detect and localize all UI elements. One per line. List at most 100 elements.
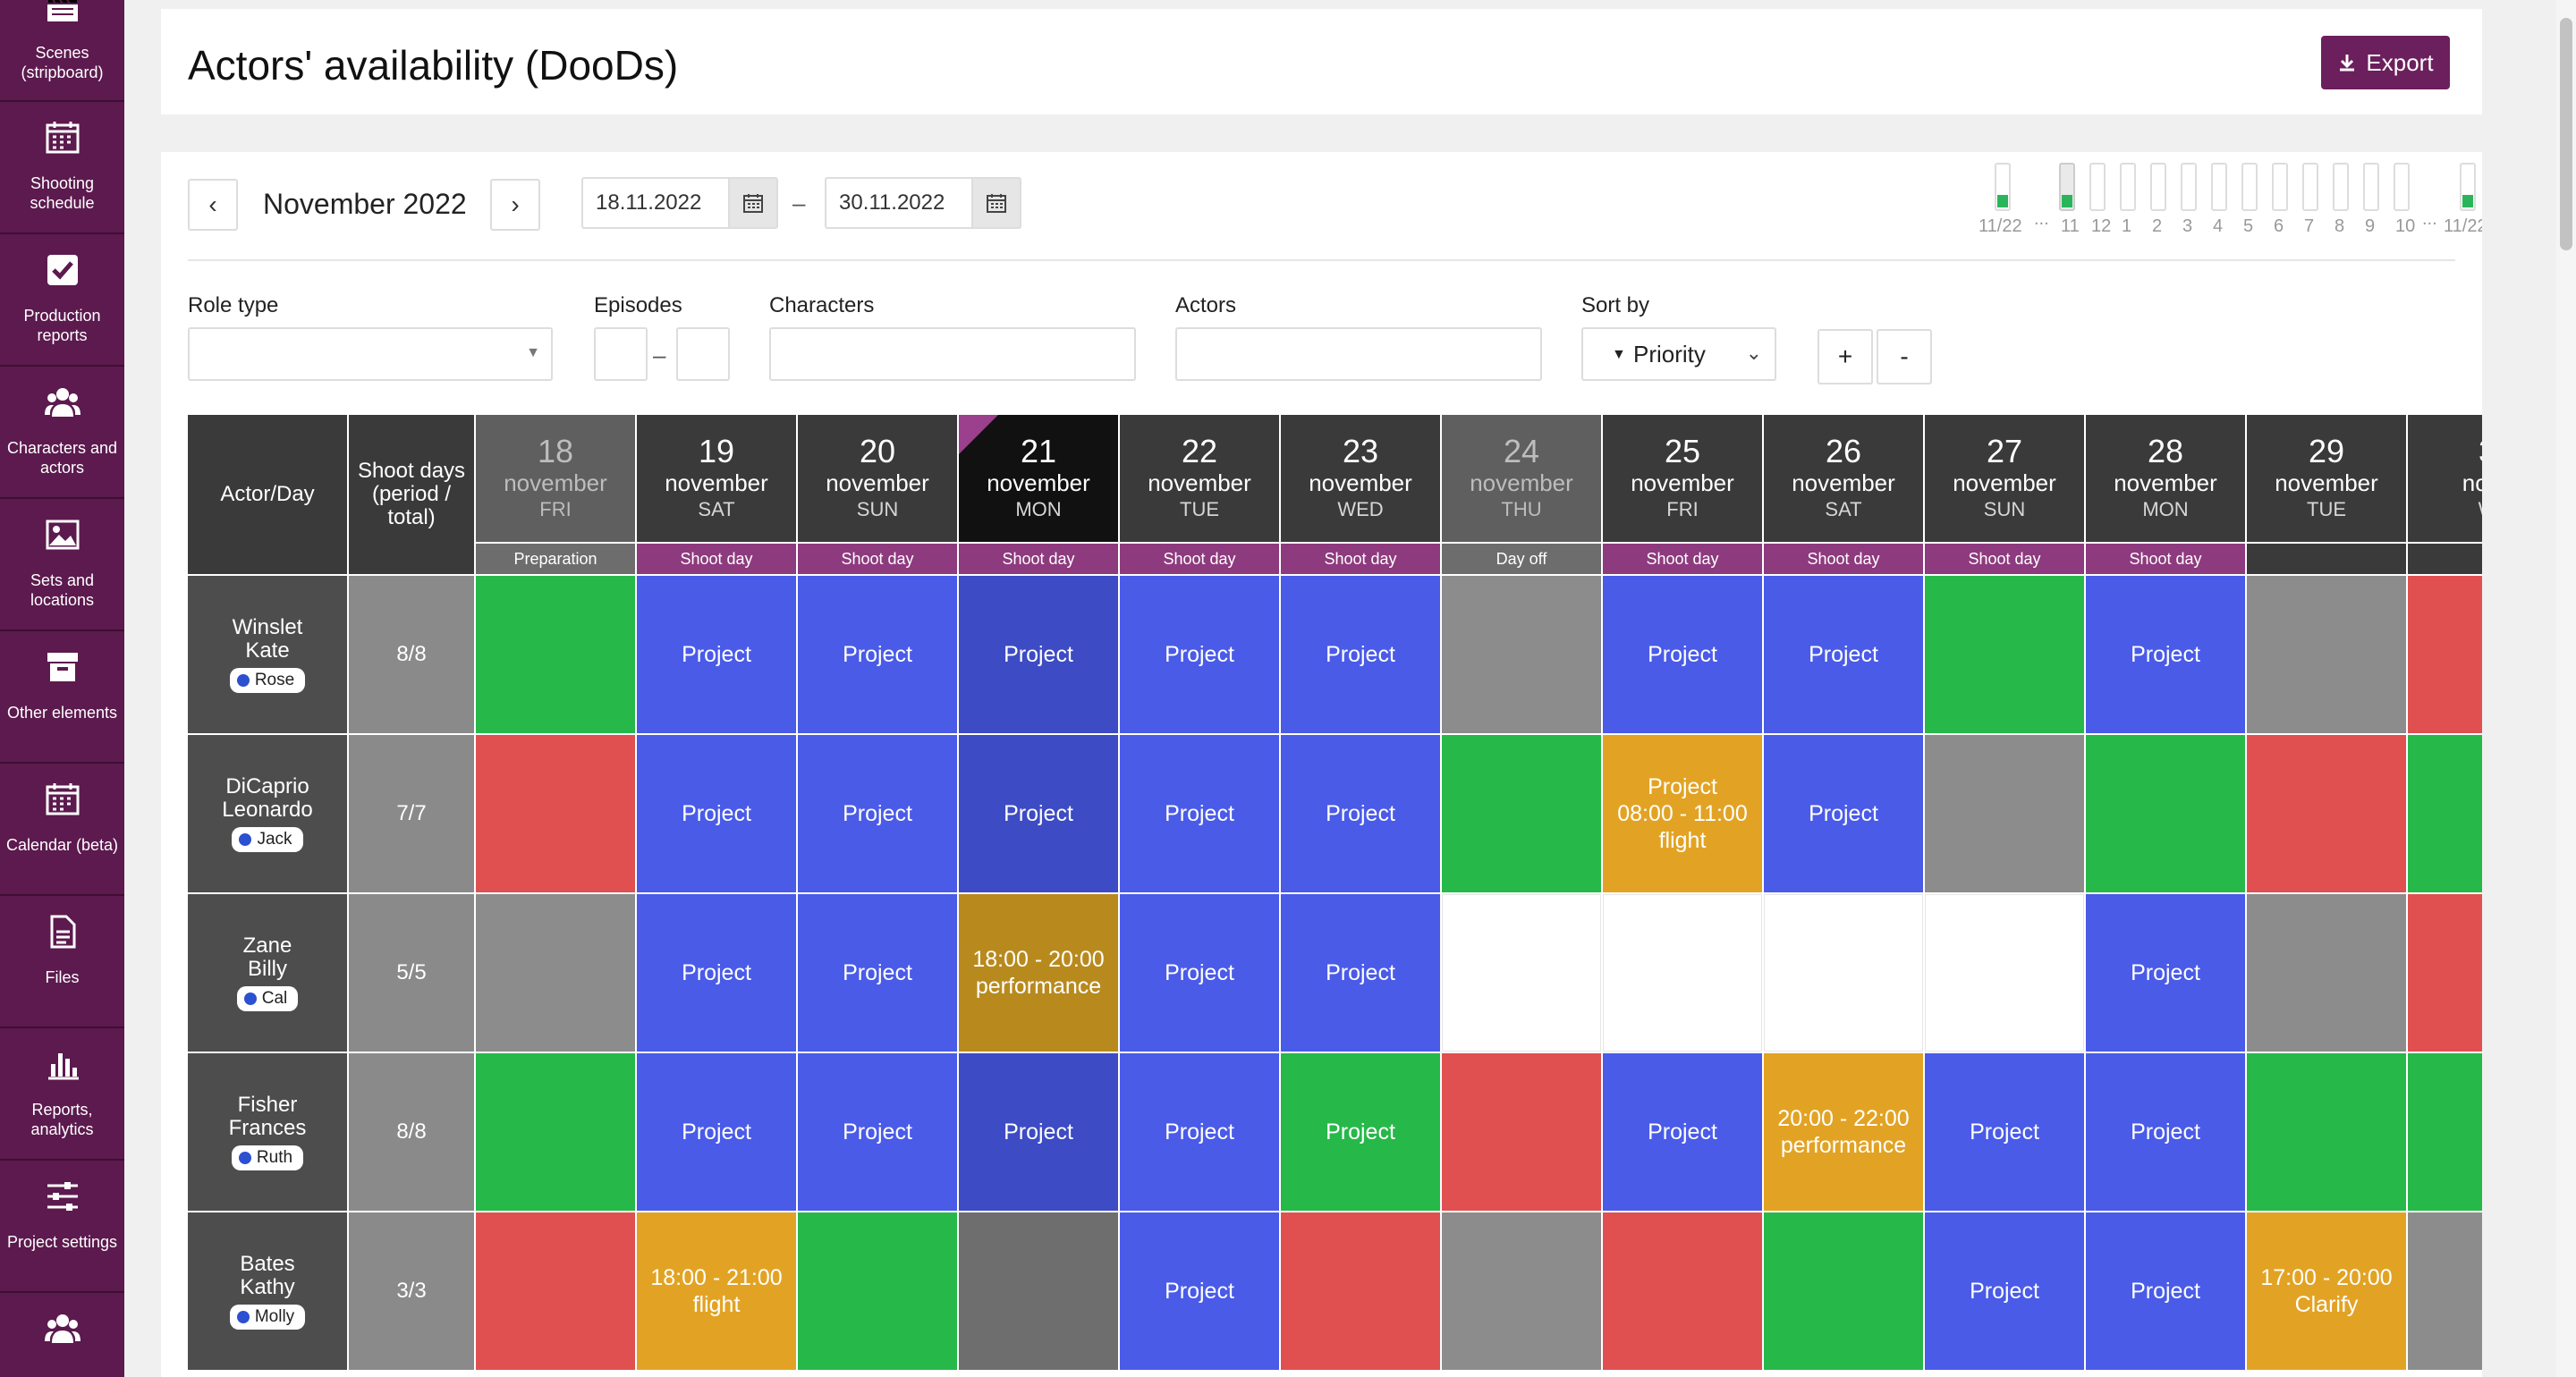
mini-calendar-bar[interactable] (1995, 163, 2011, 211)
availability-cell[interactable]: Project (1120, 894, 1279, 1052)
availability-cell[interactable] (2408, 735, 2482, 892)
availability-cell[interactable] (476, 1053, 635, 1211)
availability-cell[interactable]: Project (2086, 894, 2245, 1052)
day-header[interactable]: 20 november SUN (798, 415, 957, 542)
availability-cell[interactable] (2408, 894, 2482, 1052)
mini-calendar-bar[interactable] (2272, 163, 2288, 211)
availability-cell[interactable]: Project (1281, 576, 1440, 733)
sidebar-item-production-reports[interactable]: Production reports (0, 234, 124, 367)
availability-cell[interactable]: Project (1925, 1053, 2084, 1211)
sidebar-item-sets-and-locations[interactable]: Sets and locations (0, 499, 124, 631)
availability-cell[interactable] (476, 894, 635, 1052)
availability-cell[interactable] (2408, 1212, 2482, 1370)
availability-cell[interactable]: Project (2086, 576, 2245, 733)
availability-cell[interactable]: Project 08:00 - 11:00 flight (1603, 735, 1762, 892)
availability-cell[interactable] (1925, 894, 2084, 1052)
actor-cell[interactable]: Zane Billy Cal (188, 894, 347, 1052)
availability-cell[interactable]: Project (1281, 1053, 1440, 1211)
availability-cell[interactable] (798, 1212, 957, 1370)
mini-calendar-bar[interactable] (2181, 163, 2197, 211)
availability-cell[interactable] (1442, 894, 1601, 1052)
sidebar-item-scenes-stripboard[interactable]: Scenes (stripboard) (0, 0, 124, 102)
availability-cell[interactable]: Project (1120, 1212, 1279, 1370)
role-badge[interactable]: Ruth (231, 1145, 304, 1170)
mini-calendar-bar[interactable] (2211, 163, 2227, 211)
availability-cell[interactable] (1764, 1212, 1923, 1370)
day-header[interactable]: 23 november WED (1281, 415, 1440, 542)
day-header[interactable]: 18 november FRI (476, 415, 635, 542)
availability-cell[interactable]: Project (637, 735, 796, 892)
mini-calendar-bar[interactable] (2089, 163, 2106, 211)
availability-cell[interactable] (2408, 576, 2482, 733)
availability-cell[interactable]: Project (1603, 1053, 1762, 1211)
day-header[interactable]: 25 november FRI (1603, 415, 1762, 542)
availability-cell[interactable]: Project (637, 1053, 796, 1211)
actors-input[interactable] (1175, 327, 1542, 381)
mini-calendar-bar[interactable] (2241, 163, 2258, 211)
availability-cell[interactable] (476, 1212, 635, 1370)
sidebar-item-project-settings[interactable]: Project settings (0, 1161, 124, 1293)
availability-cell[interactable]: Project (798, 1053, 957, 1211)
day-header[interactable]: 21 november MON (959, 415, 1118, 542)
availability-cell[interactable]: 18:00 - 21:00 flight (637, 1212, 796, 1370)
availability-cell[interactable]: Project (637, 576, 796, 733)
availability-cell[interactable]: Project (1925, 1212, 2084, 1370)
availability-cell[interactable] (1442, 1212, 1601, 1370)
availability-cell[interactable] (1764, 894, 1923, 1052)
availability-cell[interactable]: Project (1120, 576, 1279, 733)
day-header[interactable]: 26 november SAT (1764, 415, 1923, 542)
day-header[interactable]: 19 november SAT (637, 415, 796, 542)
sidebar-item-files[interactable]: Files (0, 896, 124, 1028)
actor-cell[interactable]: Bates Kathy Molly (188, 1212, 347, 1370)
day-header[interactable]: 3noveW (2408, 415, 2482, 542)
zoom-out-button[interactable]: - (1877, 329, 1932, 384)
role-badge[interactable]: Jack (232, 827, 303, 852)
role-badge[interactable]: Molly (229, 1305, 306, 1330)
availability-cell[interactable] (1281, 1212, 1440, 1370)
availability-cell[interactable]: Project (959, 576, 1118, 733)
availability-cell[interactable]: Project (1281, 735, 1440, 892)
sidebar-item-reports-analytics[interactable]: Reports, analytics (0, 1028, 124, 1161)
export-button[interactable]: Export (2321, 36, 2450, 89)
scrollbar-thumb[interactable] (2560, 18, 2572, 250)
availability-cell[interactable]: Project (959, 1053, 1118, 1211)
actor-cell[interactable]: Fisher Frances Ruth (188, 1053, 347, 1211)
sidebar-item-characters-and-actors[interactable]: Characters and actors (0, 367, 124, 499)
characters-input[interactable] (769, 327, 1136, 381)
availability-cell[interactable] (2086, 735, 2245, 892)
next-month-button[interactable]: › (490, 179, 540, 231)
availability-cell[interactable] (1442, 1053, 1601, 1211)
availability-cell[interactable]: Project (1603, 576, 1762, 733)
availability-cell[interactable] (1603, 1212, 1762, 1370)
availability-cell[interactable] (959, 1212, 1118, 1370)
sidebar-item-more[interactable] (0, 1293, 124, 1377)
sidebar-item-other-elements[interactable]: Other elements (0, 631, 124, 764)
day-header[interactable]: 29 november TUE (2247, 415, 2406, 542)
day-header[interactable]: 28 november MON (2086, 415, 2245, 542)
availability-cell[interactable]: Project (798, 576, 957, 733)
availability-cell[interactable] (2247, 894, 2406, 1052)
episode-to-field[interactable] (676, 327, 730, 381)
availability-cell[interactable]: Project (1120, 735, 1279, 892)
availability-cell[interactable] (1442, 735, 1601, 892)
availability-cell[interactable]: Project (2086, 1053, 2245, 1211)
mini-calendar-bar[interactable] (2059, 163, 2075, 211)
availability-cell[interactable] (2247, 1053, 2406, 1211)
date-to-field[interactable]: 30.11.2022 (825, 177, 1021, 229)
availability-cell[interactable]: 17:00 - 20:00 Clarify (2247, 1212, 2406, 1370)
actor-cell[interactable]: DiCaprio Leonardo Jack (188, 735, 347, 892)
role-badge[interactable]: Rose (229, 668, 306, 693)
page-scrollbar[interactable] (2556, 0, 2576, 1377)
mini-calendar-bar[interactable] (2150, 163, 2166, 211)
availability-cell[interactable]: Project (1764, 576, 1923, 733)
availability-cell[interactable] (2247, 576, 2406, 733)
prev-month-button[interactable]: ‹ (188, 179, 238, 231)
availability-cell[interactable] (476, 576, 635, 733)
mini-calendar-bar[interactable] (2363, 163, 2379, 211)
availability-cell[interactable]: 20:00 - 22:00 performance (1764, 1053, 1923, 1211)
availability-cell[interactable] (1925, 735, 2084, 892)
actor-cell[interactable]: Winslet Kate Rose (188, 576, 347, 733)
availability-cell[interactable]: Project (2086, 1212, 2245, 1370)
role-type-select[interactable]: ▼ (188, 327, 553, 381)
availability-cell[interactable]: Project (1281, 894, 1440, 1052)
